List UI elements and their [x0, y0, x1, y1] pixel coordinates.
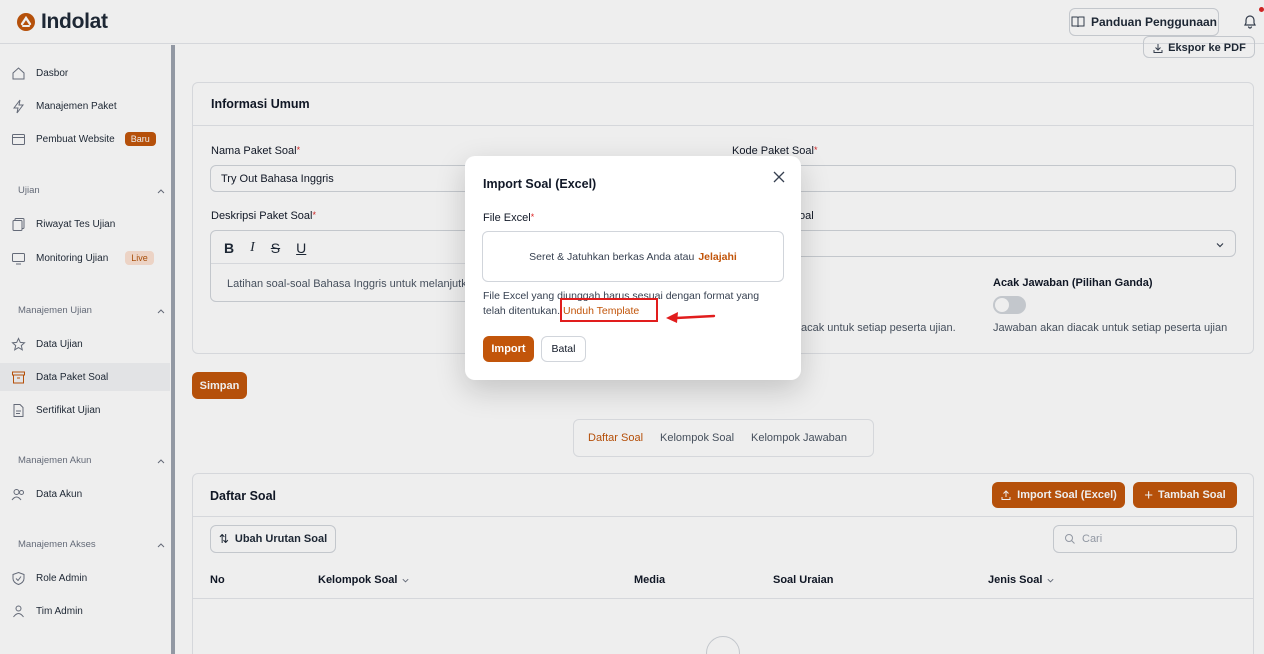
modal-title: Import Soal (Excel) [483, 177, 597, 191]
browse-link[interactable]: Jelajahi [698, 251, 737, 263]
arrow-left-icon [666, 312, 716, 323]
dropzone-text: Seret & Jatuhkan berkas Anda atau [529, 250, 695, 263]
cancel-button[interactable]: Batal [541, 336, 586, 362]
import-button[interactable]: Import [483, 336, 534, 362]
file-field-label: File Excel* [483, 212, 535, 224]
file-dropzone[interactable]: Seret & Jatuhkan berkas Anda atau Jelaja… [482, 231, 784, 282]
import-modal: Import Soal (Excel) File Excel* Seret & … [465, 156, 801, 380]
highlight-box [560, 298, 658, 322]
close-icon[interactable] [771, 169, 787, 185]
